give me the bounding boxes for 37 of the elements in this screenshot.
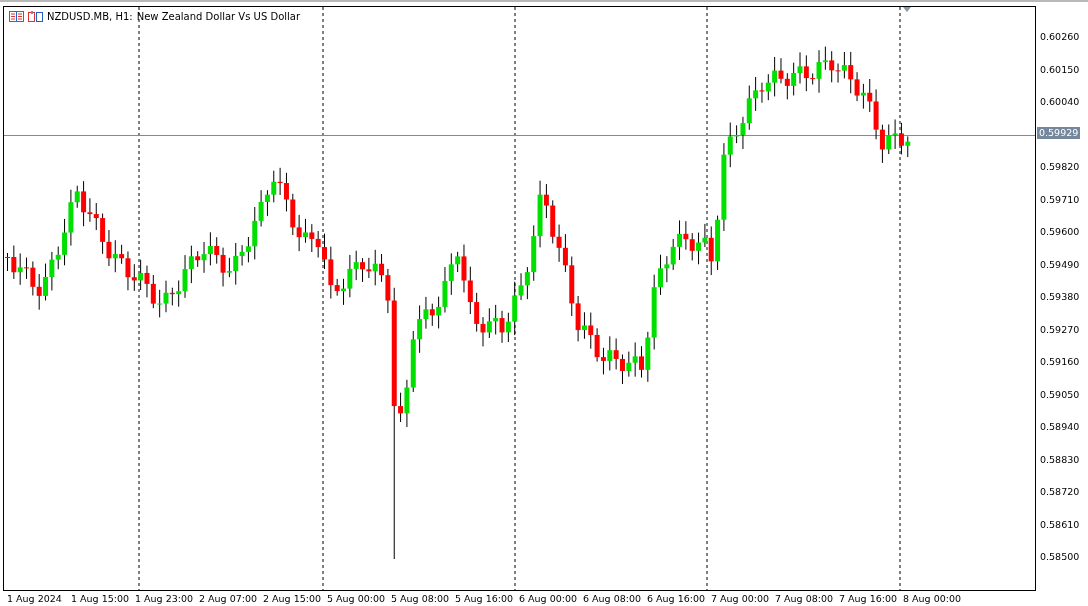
time-label: 5 Aug 00:00 bbox=[327, 593, 385, 605]
price-label: 0.59600 bbox=[1040, 226, 1080, 238]
time-label: 7 Aug 16:00 bbox=[839, 593, 897, 605]
price-label: 0.60260 bbox=[1040, 31, 1080, 43]
time-label: 5 Aug 08:00 bbox=[391, 593, 449, 605]
price-label: 0.59820 bbox=[1040, 161, 1080, 173]
time-label: 6 Aug 00:00 bbox=[519, 593, 577, 605]
price-label: 0.59490 bbox=[1040, 258, 1080, 271]
time-label: 1 Aug 2024 bbox=[7, 593, 62, 605]
price-label: 0.58720 bbox=[1040, 486, 1080, 498]
bid-price-label: 0.59929 bbox=[1037, 127, 1081, 139]
time-label: 1 Aug 15:00 bbox=[71, 593, 129, 605]
price-label: 0.58500 bbox=[1040, 551, 1080, 563]
time-label: 7 Aug 08:00 bbox=[775, 593, 833, 605]
time-label: 7 Aug 00:00 bbox=[711, 593, 769, 605]
symbol-label: NZDUSD.MB, H1: bbox=[47, 11, 133, 22]
time-label: 5 Aug 16:00 bbox=[455, 593, 513, 605]
price-label: 0.59160 bbox=[1040, 356, 1080, 368]
price-label: 0.59050 bbox=[1040, 388, 1080, 401]
chart-menu-icon[interactable] bbox=[9, 11, 24, 22]
price-label: 0.58940 bbox=[1040, 421, 1080, 433]
time-label: 8 Aug 00:00 bbox=[903, 593, 961, 605]
price-label: 0.58830 bbox=[1040, 453, 1080, 466]
price-label: 0.59380 bbox=[1040, 291, 1080, 303]
price-label: 0.58610 bbox=[1040, 518, 1080, 531]
time-label: 6 Aug 16:00 bbox=[647, 593, 705, 605]
time-label: 2 Aug 07:00 bbox=[199, 593, 257, 605]
price-label: 0.59270 bbox=[1040, 323, 1080, 336]
time-label: 1 Aug 23:00 bbox=[135, 593, 193, 605]
time-label: 6 Aug 08:00 bbox=[583, 593, 641, 605]
price-label: 0.59710 bbox=[1040, 193, 1080, 206]
symbol-description: New Zealand Dollar Vs US Dollar bbox=[136, 11, 301, 22]
price-label: 0.60150 bbox=[1040, 63, 1080, 76]
time-label: 2 Aug 15:00 bbox=[263, 593, 321, 605]
shift-marker-icon[interactable] bbox=[903, 7, 911, 12]
window-icon[interactable] bbox=[28, 11, 43, 22]
price-label: 0.60040 bbox=[1040, 96, 1080, 108]
